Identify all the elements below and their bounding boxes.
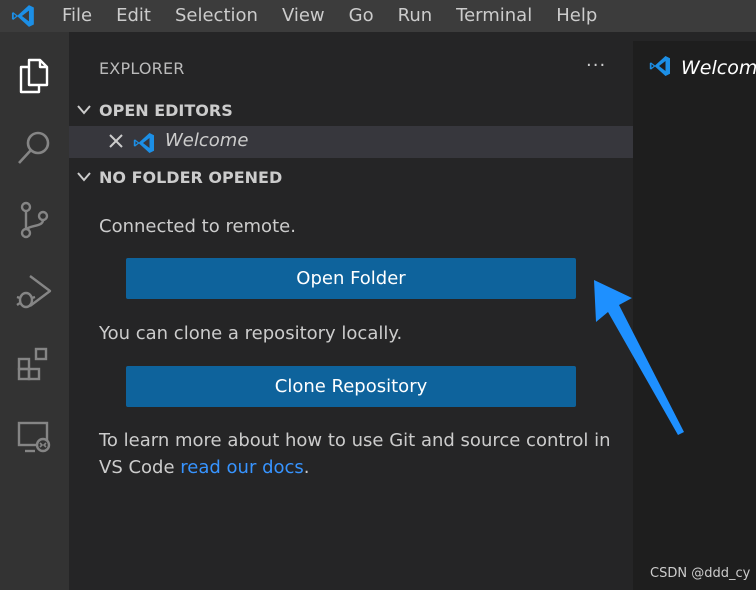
learn-suffix: . (303, 457, 310, 478)
open-folder-button[interactable]: Open Folder (126, 258, 576, 299)
search-icon[interactable] (12, 126, 56, 170)
read-docs-link[interactable]: read our docs (180, 457, 304, 478)
more-actions-icon[interactable]: ··· (586, 55, 606, 76)
menu-run[interactable]: Run (386, 0, 445, 32)
editor-tab-strip: Welcome (633, 41, 756, 94)
open-editors-label: OPEN EDITORS (99, 100, 233, 120)
extensions-icon[interactable] (12, 342, 56, 386)
menu-terminal[interactable]: Terminal (444, 0, 544, 32)
open-editors-header[interactable]: OPEN EDITORS (69, 97, 633, 123)
title-gap (69, 32, 756, 41)
remote-explorer-icon[interactable] (12, 414, 56, 458)
activity-bar (0, 32, 69, 590)
annotation-arrow-icon (586, 278, 696, 442)
menu-selection[interactable]: Selection (163, 0, 270, 32)
menu-go[interactable]: Go (337, 0, 386, 32)
menu-file[interactable]: File (46, 0, 104, 32)
tab-welcome[interactable]: Welcome (633, 41, 756, 94)
open-editor-label: Welcome (165, 130, 249, 151)
menu-edit[interactable]: Edit (104, 0, 163, 32)
learn-prefix: VS Code (99, 457, 181, 478)
connected-text: Connected to remote. (99, 216, 296, 237)
vscode-logo-icon (131, 131, 157, 159)
explorer-sidebar: EXPLORER ··· OPEN EDITORS Welcome NO FOL… (69, 41, 633, 590)
menu-bar: File Edit Selection View Go Run Terminal… (0, 0, 756, 32)
menu-view[interactable]: View (270, 0, 337, 32)
clone-text: You can clone a repository locally. (99, 323, 403, 344)
chevron-down-icon (69, 172, 99, 182)
no-folder-header[interactable]: NO FOLDER OPENED (69, 164, 633, 190)
source-control-icon[interactable] (12, 198, 56, 242)
no-folder-label: NO FOLDER OPENED (99, 167, 283, 187)
close-icon[interactable] (107, 132, 125, 154)
tab-welcome-label: Welcome (681, 56, 756, 79)
explorer-icon[interactable] (12, 54, 56, 98)
menu-help[interactable]: Help (544, 0, 609, 32)
run-debug-icon[interactable] (12, 270, 56, 314)
learn-more-line-2: VS Code read our docs. (99, 454, 310, 481)
sidebar-title: EXPLORER (99, 59, 185, 78)
watermark: CSDN @ddd_cy (650, 566, 751, 581)
clone-repository-button[interactable]: Clone Repository (126, 366, 576, 407)
vscode-logo-icon (647, 54, 673, 82)
open-editor-item[interactable]: Welcome (69, 126, 633, 158)
chevron-down-icon (69, 105, 99, 115)
learn-more-line-1: To learn more about how to use Git and s… (99, 430, 611, 451)
vscode-logo-icon (0, 0, 46, 32)
